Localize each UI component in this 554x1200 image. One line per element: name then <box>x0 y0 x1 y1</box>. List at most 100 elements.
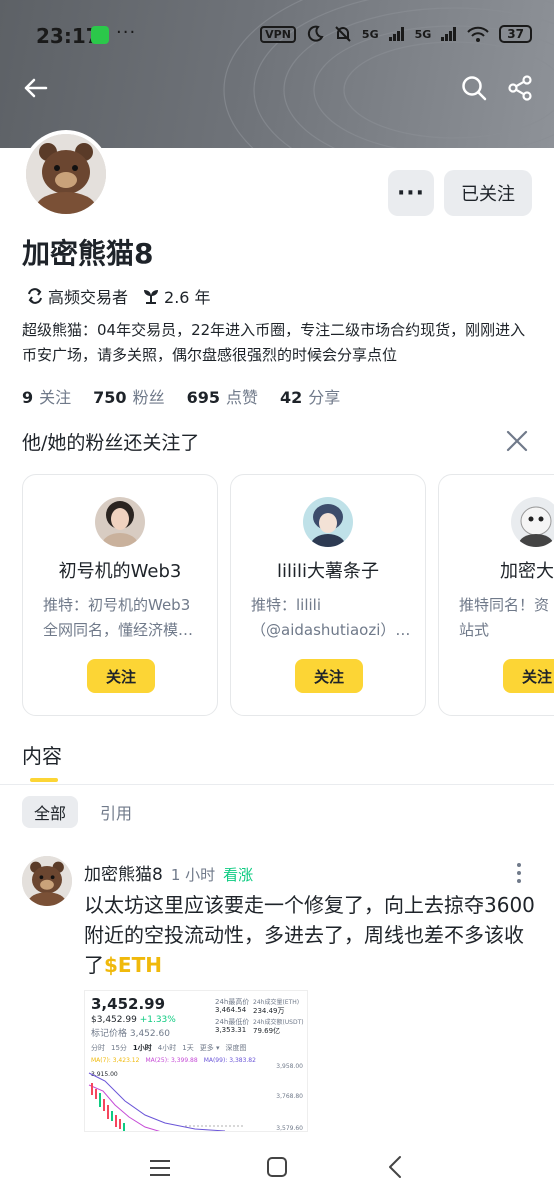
stat-followers[interactable]: 750 粉丝 <box>93 384 164 408</box>
signal-bars-2-icon <box>441 27 457 41</box>
stat-followers-label: 粉丝 <box>132 388 165 407</box>
battery-indicator: 37 <box>499 25 532 43</box>
chart-tab[interactable]: 更多 ▾ <box>200 1043 220 1053</box>
post-body: 以太坊这里应该要走一个修复了，向上去掠夺3600附近的空投流动性，多进去了，周线… <box>84 890 536 980</box>
home-square-icon[interactable] <box>266 1156 288 1178</box>
profile-page: 23:17 ··· VPN 5G 5G 37 ··· 已关注 加密熊猫8 高频交… <box>0 0 554 1200</box>
avatar-image <box>26 134 106 214</box>
close-icon[interactable] <box>504 428 530 454</box>
back-chevron-icon[interactable] <box>384 1154 406 1180</box>
post-header: 加密熊猫8 1 小时 看涨 <box>84 860 253 885</box>
more-options-button[interactable]: ··· <box>388 170 434 216</box>
chart-sub-price: $3,452.99 +1.33% <box>91 1015 176 1025</box>
chart-tab[interactable]: 15分 <box>111 1043 127 1053</box>
chart-tab[interactable]: 4小时 <box>158 1043 176 1053</box>
follow-button[interactable]: 关注 <box>503 659 554 693</box>
wechat-notification-icon <box>91 26 109 44</box>
follow-button[interactable]: 关注 <box>87 659 155 693</box>
chart-vol-usdt: 79.69亿 <box>253 1027 281 1035</box>
suggestion-name: lilili大薯条子 <box>276 561 379 582</box>
stat-likes-label: 点赞 <box>225 388 258 407</box>
stat-followers-value: 750 <box>93 388 127 407</box>
tag-years-label: 2.6 年 <box>164 288 211 307</box>
suggestion-name: 初号机的Web3 <box>58 561 182 582</box>
post-chart-image[interactable]: 3,452.99 $3,452.99 +1.33% 标记价格 3,452.60 … <box>84 990 308 1132</box>
y-tick: 3,958.00 <box>276 1063 303 1070</box>
chart-vol-eth-label: 24h成交量(ETH) <box>253 999 300 1006</box>
status-icons: VPN 5G 5G 37 <box>260 25 532 43</box>
status-bar: 23:17 ··· VPN 5G 5G 37 <box>0 0 554 70</box>
character-avatar-icon <box>511 497 554 547</box>
suggestion-avatar <box>511 497 554 547</box>
following-button[interactable]: 已关注 <box>444 170 532 216</box>
stat-shares-value: 42 <box>280 388 303 407</box>
stat-likes: 695 点赞 <box>187 384 258 408</box>
chart-tab[interactable]: 分时 <box>91 1043 105 1053</box>
chart-sub-price-value: $3,452.99 <box>91 1015 137 1025</box>
sprout-icon <box>144 290 159 304</box>
chart-tab[interactable]: 深度图 <box>225 1043 246 1053</box>
post-time: 1 小时 <box>170 866 216 884</box>
trade-arrows-icon <box>28 288 42 304</box>
filter-quote-chip[interactable]: 引用 <box>100 796 132 828</box>
suggestion-desc: 推特：初号机的Web3 全网同名，懂经济模… <box>43 596 194 639</box>
profile-name: 加密熊猫8 <box>22 237 154 270</box>
stat-likes-value: 695 <box>186 388 220 407</box>
stat-shares-label: 分享 <box>308 388 341 407</box>
vpn-badge: VPN <box>260 25 296 43</box>
chart-low: 3,353.31 <box>215 1026 247 1034</box>
bear-avatar-icon <box>26 134 106 214</box>
suggestion-desc: 推特同名！资 孵化！一站式 <box>459 596 554 639</box>
chart-tab[interactable]: 1天 <box>182 1043 193 1053</box>
tag-years: 2.6 年 <box>142 284 211 308</box>
ma25-label: MA(25): 3,399.88 <box>145 1057 198 1064</box>
suggestion-card[interactable]: lilili大薯条子 推特：lilili （@aidashutiaozi）… 关… <box>230 474 426 716</box>
sentiment-badge: 看涨 <box>223 866 254 884</box>
suggestion-desc: 推特：lilili （@aidashutiaozi）… <box>251 596 411 639</box>
menu-icon[interactable] <box>148 1156 172 1180</box>
tag-trader-label: 高频交易者 <box>48 288 129 307</box>
filter-all-chip[interactable]: 全部 <box>22 796 78 828</box>
profile-banner: 23:17 ··· VPN 5G 5G 37 <box>0 0 554 148</box>
tab-content[interactable]: 内容 <box>22 740 62 769</box>
follow-button[interactable]: 关注 <box>295 659 363 693</box>
chart-vol-usdt-label: 24h成交额(USDT) <box>253 1019 304 1026</box>
profile-stats: 9 关注 750 粉丝 695 点赞 42 分享 <box>22 384 340 408</box>
search-icon[interactable] <box>460 74 488 102</box>
post-author-name[interactable]: 加密熊猫8 <box>84 860 163 885</box>
stat-following-label: 关注 <box>39 388 72 407</box>
suggestion-card[interactable]: 加密大师 推特同名！资 孵化！一站式 关注 <box>438 474 554 716</box>
chart-price: 3,452.99 <box>91 995 166 1013</box>
divider <box>0 784 554 785</box>
tag-trader: 高频交易者 <box>26 284 128 308</box>
ticker-link[interactable]: $ETH <box>104 953 162 977</box>
chart-mark-price: 标记价格 3,452.60 <box>91 1029 170 1039</box>
signal-bars-icon <box>388 27 404 41</box>
stat-following-value: 9 <box>22 388 34 407</box>
ma7-label: MA(7): 3,423.12 <box>91 1057 140 1064</box>
share-icon[interactable] <box>506 74 534 102</box>
more-notifications-icon: ··· <box>116 22 137 43</box>
y-tick: 3,768.80 <box>276 1093 303 1100</box>
wifi-icon <box>467 26 490 42</box>
profile-bio: 超级熊猫：04年交易员，22年进入币圈，专注二级市场合约现货，刚刚进入币安广场，… <box>22 321 526 364</box>
chart-tab[interactable]: 1小时 <box>133 1043 152 1053</box>
suggestion-avatar <box>95 497 145 547</box>
suggestion-name: 加密大师 <box>500 561 554 582</box>
profile-tags: 高频交易者 2.6 年 <box>26 284 211 308</box>
signal-5g-1: 5G <box>361 27 379 41</box>
stat-following[interactable]: 9 关注 <box>22 384 71 408</box>
signal-5g-2: 5G <box>414 27 432 41</box>
avatar[interactable] <box>22 130 110 218</box>
suggestions-title: 他/她的粉丝还关注了 <box>22 432 200 454</box>
suggestion-card[interactable]: 初号机的Web3 推特：初号机的Web3 全网同名，懂经济模… 关注 <box>22 474 218 716</box>
anime-avatar-icon <box>303 497 353 547</box>
post-author-avatar[interactable] <box>22 856 72 906</box>
candle-chart-thumbnail <box>88 1072 245 1131</box>
mute-bell-icon <box>335 26 351 42</box>
active-tab-indicator <box>30 778 58 782</box>
moon-icon <box>307 25 324 42</box>
bear-avatar-icon <box>22 856 72 906</box>
back-arrow-icon[interactable] <box>22 74 50 102</box>
post-more-icon[interactable] <box>512 862 526 884</box>
